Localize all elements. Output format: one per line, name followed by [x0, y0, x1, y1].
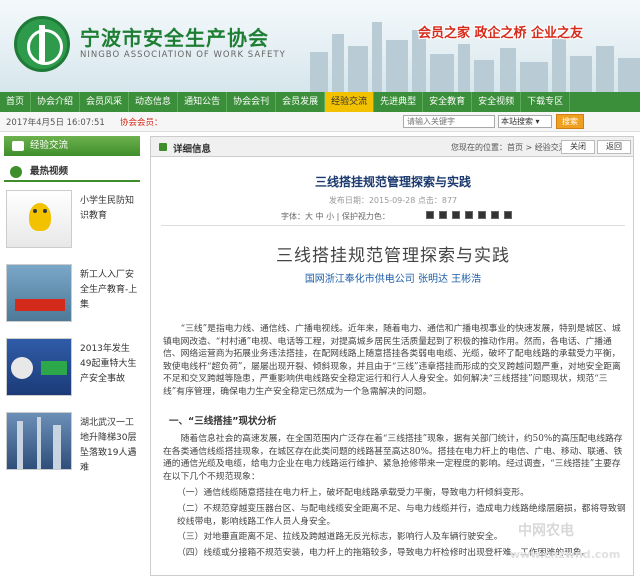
nav-item[interactable]: 首页 — [0, 92, 32, 112]
color-swatch[interactable] — [465, 211, 473, 219]
video-thumbnail[interactable] — [6, 412, 72, 470]
close-button[interactable]: 关闭 — [561, 140, 595, 154]
divider — [161, 225, 625, 226]
video-item[interactable]: 湖北武汉一工地升降梯30层坠落致19人遇难 — [4, 412, 140, 478]
nav-item[interactable]: 协会介绍 — [31, 92, 81, 112]
article-author: 国网浙江奉化市供电公司 张明达 王彬浩 — [304, 274, 482, 285]
nav-item[interactable]: 通知公告 — [178, 92, 228, 112]
detail-header-title: 详细信息 — [173, 144, 212, 155]
eye-care-color-swatches — [426, 211, 512, 219]
info-bar: 2017年4月5日 16:07:51 协会会员： 本站搜索 ▾ 搜索 — [0, 112, 640, 132]
site-title: 宁波市安全生产协会 — [80, 26, 269, 50]
color-swatch[interactable] — [491, 211, 499, 219]
nav-item[interactable]: 经验交流 — [325, 92, 375, 112]
video-title[interactable]: 2013年发生49起重特大生产安全事故 — [80, 342, 140, 387]
nav-item[interactable]: 会员发展 — [276, 92, 326, 112]
watermark-url: www.cnzwnd.com — [510, 548, 621, 561]
section-heading: 一、“三线搭挂”现状分析 — [169, 416, 277, 427]
folder-icon — [12, 141, 24, 151]
nav-item[interactable]: 协会会刊 — [227, 92, 277, 112]
site-header: 宁波市安全生产协会 NINGBO ASSOCIATION OF WORK SAF… — [0, 0, 640, 92]
breadcrumb[interactable]: 您现在的位置：首页 > 经验交流 — [451, 142, 567, 153]
city-skyline-banner — [300, 6, 640, 92]
sidebar-tab-experience[interactable]: 经验交流 — [4, 136, 140, 156]
site-slogan: 会员之家 政企之桥 企业之友 — [418, 26, 584, 41]
association-logo[interactable] — [14, 16, 70, 72]
watermark-text: 中网农电 — [518, 523, 574, 539]
main-content: 详细信息 您现在的位置：首页 > 经验交流 关闭 返回 三线搭挂规范管理探索与实… — [150, 136, 634, 576]
article-paragraph: 随着信息社会的高速发展，在全国范围内广泛存在着“三线搭挂”现象，据有关部门统计，… — [163, 434, 623, 482]
hot-video-heading: 最热视频 — [4, 164, 140, 182]
nav-item[interactable]: 先进典型 — [374, 92, 424, 112]
current-date: 2017年4月5日 16:07:51 — [6, 118, 105, 128]
video-title[interactable]: 湖北武汉一工地升降梯30层坠落致19人遇难 — [80, 416, 140, 476]
color-swatch[interactable] — [426, 211, 434, 219]
detail-header: 详细信息 您现在的位置：首页 > 经验交流 关闭 返回 — [151, 137, 633, 157]
search-button[interactable]: 搜索 — [556, 114, 584, 129]
nav-item[interactable]: 会员风采 — [80, 92, 130, 112]
video-thumbnail[interactable] — [6, 190, 72, 248]
video-item[interactable]: 小学生民防知识教育 — [4, 190, 140, 256]
search-input[interactable] — [403, 115, 495, 128]
video-item[interactable]: 2013年发生49起重特大生产安全事故 — [4, 338, 140, 404]
article-meta: 发布日期：2015-09-28 点击：877 — [328, 196, 458, 205]
nav-item[interactable]: 安全视频 — [472, 92, 522, 112]
article-title: 三线搭挂规范管理探索与实践 — [314, 175, 471, 189]
video-title[interactable]: 新工人入厂安全生产教育-上集 — [80, 268, 140, 313]
color-swatch[interactable] — [439, 211, 447, 219]
color-swatch[interactable] — [452, 211, 460, 219]
video-title[interactable]: 小学生民防知识教育 — [80, 194, 140, 224]
article-paragraph: “三线”是指电力线、通信线、广播电视线。近年来，随着电力、通信和广播电视事业的快… — [163, 324, 621, 397]
back-button[interactable]: 返回 — [597, 140, 631, 154]
member-notice[interactable]: 协会会员： — [120, 116, 163, 128]
search-scope-label: 本站搜索 — [501, 117, 533, 126]
video-thumbnail[interactable] — [6, 264, 72, 322]
video-item[interactable]: 新工人入厂安全生产教育-上集 — [4, 264, 140, 330]
hot-video-title: 最热视频 — [30, 166, 69, 177]
nav-item[interactable]: 下载专区 — [521, 92, 571, 112]
sidebar-tab-label: 经验交流 — [30, 140, 69, 151]
color-swatch[interactable] — [504, 211, 512, 219]
nav-item[interactable]: 安全教育 — [423, 92, 473, 112]
video-icon — [10, 166, 22, 178]
site-subtitle: NINGBO ASSOCIATION OF WORK SAFETY — [80, 50, 286, 60]
font-size-tools[interactable]: 字体：大 中 小 | 保护视力色： — [281, 211, 390, 222]
main-nav: 首页 协会介绍 会员风采 动态信息 通知公告 协会会刊 会员发展 经验交流 先进典型 安全教育 安全… — [0, 92, 640, 112]
article-heading: 三线搭挂规范管理探索与实践 — [276, 246, 510, 266]
nav-item[interactable]: 动态信息 — [129, 92, 179, 112]
bullet-icon — [159, 143, 167, 151]
list-item: （一）通信线缆随意搭挂在电力杆上，破坏配电线路承载受力平衡，导致电力杆倾斜变形。 — [177, 488, 529, 498]
video-thumbnail[interactable] — [6, 338, 72, 396]
left-sidebar: 经验交流 最热视频 小学生民防知识教育 新工人入厂安全生产教育-上集 2013年… — [4, 136, 140, 576]
search-scope-select[interactable]: 本站搜索 ▾ — [498, 115, 552, 128]
color-swatch[interactable] — [478, 211, 486, 219]
